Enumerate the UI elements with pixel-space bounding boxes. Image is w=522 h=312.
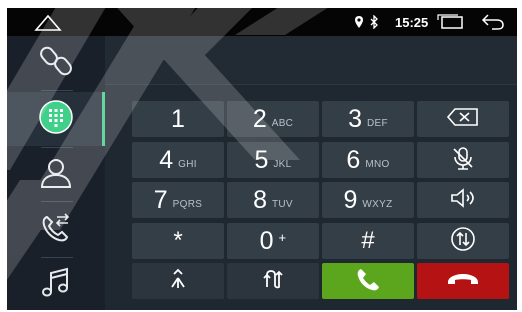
call-button[interactable] [322,263,414,299]
mic-mute-icon [452,146,474,175]
home-icon[interactable] [33,12,63,37]
key-digit: 5 [254,145,269,174]
key-letters: JKL [273,158,292,170]
switch-icon [260,268,286,295]
sidebar-item-contacts[interactable] [7,148,105,202]
key-letters: DEF [367,117,388,129]
contact-icon [38,155,74,196]
key-letters: WXYZ [362,198,393,210]
key-1[interactable]: 1 [132,101,224,137]
key-0[interactable]: 0 + [227,223,319,259]
key-digit: 7 [153,185,168,214]
backspace-button[interactable] [417,101,509,137]
music-icon [38,265,74,306]
number-display [105,36,517,85]
key-8[interactable]: 8 TUV [227,182,319,218]
bluetooth-icon [369,8,379,36]
key-7[interactable]: 7 PQRS [132,182,224,218]
key-5[interactable]: 5 JKL [227,142,319,178]
sidebar [7,36,105,310]
speaker-button[interactable] [417,182,509,218]
key-digit: 8 [253,185,267,214]
sidebar-item-call-log[interactable] [7,203,105,257]
call-icon [355,266,381,297]
sidebar-item-bluetooth-link[interactable] [7,36,105,90]
key-digit: 6 [346,145,361,174]
key-digit: 1 [171,104,185,133]
mute-button[interactable] [417,142,509,178]
key-2[interactable]: 2 ABC [227,101,319,137]
location-icon [354,8,364,36]
key-6[interactable]: 6 MNO [322,142,414,178]
key-digit: 0 [259,226,274,255]
back-icon[interactable] [480,8,506,36]
backspace-icon [445,106,481,133]
sidebar-item-dialpad[interactable] [7,92,105,146]
key-hash[interactable]: # [322,223,414,259]
key-letters: GHI [178,158,197,170]
merge-call-icon [167,268,189,295]
key-digit: # [361,227,375,254]
key-digit: * [173,227,183,254]
hang-up-icon [446,269,480,294]
key-3[interactable]: 3 DEF [322,101,414,137]
status-bar: 15:25 [7,8,517,36]
key-digit: 2 [252,104,267,133]
merge-call-button[interactable] [132,263,224,299]
speaker-icon [449,187,477,214]
status-time: 15:25 [395,14,429,30]
key-letters: PQRS [172,198,203,210]
key-letters: TUV [272,198,293,210]
key-digit: 9 [343,185,358,214]
key-9[interactable]: 9 WXYZ [322,182,414,218]
hang-up-button[interactable] [417,263,509,299]
switch-button[interactable] [227,263,319,299]
call-transfer-icon [38,210,74,251]
link-icon [38,43,74,84]
key-letters: ABC [271,117,294,129]
key-star[interactable]: * [132,223,224,259]
swap-button[interactable] [417,223,509,259]
swap-icon [450,226,476,257]
dialpad-panel: 1 2 ABC 3 DEF 4 GHI 5 JKL 6 MNO 7 PQRS 8… [105,36,517,310]
key-letters: MNO [365,158,390,170]
dialpad-icon [38,99,74,140]
sidebar-item-music[interactable] [7,258,105,312]
recent-apps-icon[interactable] [436,8,464,36]
key-digit: 3 [348,104,362,133]
key-4[interactable]: 4 GHI [132,142,224,178]
key-digit: 4 [159,145,174,174]
key-letters: + [278,229,287,245]
